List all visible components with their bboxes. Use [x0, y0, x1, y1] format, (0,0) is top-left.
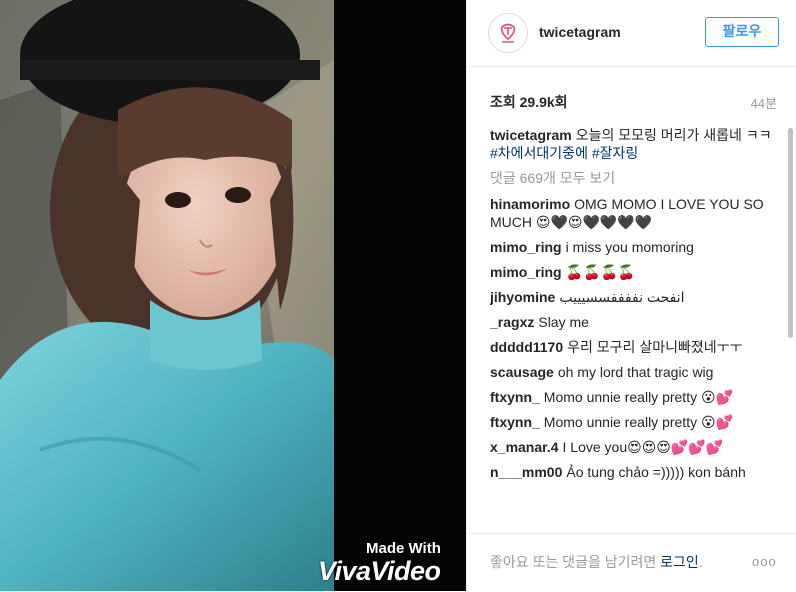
comment-username[interactable]: mimo_ring	[490, 264, 562, 280]
comment-text: 우리 모구리 살마니빠졌네ㅜㅜ	[567, 339, 743, 355]
comment-username[interactable]: ftxynn_	[490, 414, 540, 430]
comment-text: Slay me	[538, 314, 589, 330]
post-footer: 좋아요 또는 댓글을 남기려면 로그인. ooo	[467, 533, 796, 592]
comment-text: oh my lord that tragic wig	[557, 364, 714, 380]
comment-text: Momo unnie really pretty 😮💕	[543, 389, 734, 405]
comment-text: Ảo tung chảo =))))) kon bánh	[566, 464, 746, 480]
comment-text: I Love you😍😍😍💕💕💕	[562, 439, 724, 455]
caption: twicetagram 오늘의 모모링 머리가 새롭네 ㅋㅋ #차에서대기중에 #…	[490, 126, 788, 162]
comment-username[interactable]: hinamorimo	[490, 196, 570, 212]
comment-item: _ragxz Slay me	[490, 313, 788, 331]
login-link[interactable]: 로그인	[660, 554, 699, 570]
comment-username[interactable]: n___mm00	[490, 464, 562, 480]
comment-username[interactable]: x_manar.4	[490, 439, 559, 455]
follow-button[interactable]: 팔로우	[705, 17, 779, 47]
load-more-comments-link[interactable]: 댓글 669개 모두 보기	[490, 169, 788, 187]
caption-hashtags[interactable]: #차에서대기중에 #잘자링	[490, 145, 638, 161]
comment-text: انفحت نففففسسيييب	[559, 289, 685, 305]
scrollbar-thumb[interactable]	[788, 128, 793, 338]
caption-text: 오늘의 모모링 머리가 새롭네 ㅋㅋ	[575, 127, 772, 143]
comment-text: Momo unnie really pretty 😮💕	[543, 414, 734, 430]
caption-username[interactable]: twicetagram	[490, 127, 572, 143]
more-options-icon[interactable]: ooo	[752, 554, 777, 569]
comment-username[interactable]: mimo_ring	[490, 239, 562, 255]
login-prompt: 좋아요 또는 댓글을 남기려면 로그인.	[490, 552, 703, 572]
video-frame	[0, 0, 466, 591]
comment-scrollbar[interactable]	[787, 126, 795, 526]
twice-logo-icon	[490, 15, 526, 51]
post-sidebar: twicetagram 팔로우 조회 29.9k회 44분 twicetagra…	[466, 0, 796, 591]
comment-item: ftxynn_ Momo unnie really pretty 😮💕	[490, 388, 788, 406]
avatar[interactable]	[488, 13, 528, 53]
comment-text: 🍒🍒🍒🍒	[565, 264, 636, 280]
comment-item: n___mm00 Ảo tung chảo =))))) kon bánh	[490, 463, 788, 481]
comment-username[interactable]: scausage	[490, 364, 554, 380]
post-stats: 조회 29.9k회 44분	[490, 92, 777, 112]
comment-item: ddddd1170 우리 모구리 살마니빠졌네ㅜㅜ	[490, 338, 788, 356]
post-header: twicetagram 팔로우	[467, 0, 796, 67]
comment-text: i miss you momoring	[565, 239, 694, 255]
comment-username[interactable]: ftxynn_	[490, 389, 540, 405]
comment-item: mimo_ring i miss you momoring	[490, 238, 788, 256]
header-username[interactable]: twicetagram	[539, 24, 621, 40]
comment-item: ftxynn_ Momo unnie really pretty 😮💕	[490, 413, 788, 431]
post-video[interactable]: Made With VivaVideo	[0, 0, 466, 591]
comment-list[interactable]: twicetagram 오늘의 모모링 머리가 새롭네 ㅋㅋ #차에서대기중에 #…	[490, 126, 788, 525]
comment-username[interactable]: _ragxz	[490, 314, 534, 330]
comment-item: hinamorimo OMG MOMO I LOVE YOU SO MUCH 😍🖤…	[490, 195, 788, 231]
watermark-line1: Made With	[366, 540, 441, 557]
comment-item: scausage oh my lord that tragic wig	[490, 363, 788, 381]
login-prompt-period: .	[698, 554, 703, 570]
comment-item: x_manar.4 I Love you😍😍😍💕💕💕	[490, 438, 788, 456]
comment-username[interactable]: ddddd1170	[490, 339, 563, 355]
comment-username[interactable]: jihyomine	[490, 289, 555, 305]
watermark-line2: VivaVideo	[318, 556, 441, 586]
comment-item: jihyomine انفحت نففففسسيييب	[490, 288, 788, 306]
view-count: 조회 29.9k회	[490, 94, 568, 110]
login-prompt-text: 좋아요 또는 댓글을 남기려면	[490, 554, 657, 570]
post-time[interactable]: 44분	[751, 93, 777, 112]
comment-item: mimo_ring 🍒🍒🍒🍒	[490, 263, 788, 281]
